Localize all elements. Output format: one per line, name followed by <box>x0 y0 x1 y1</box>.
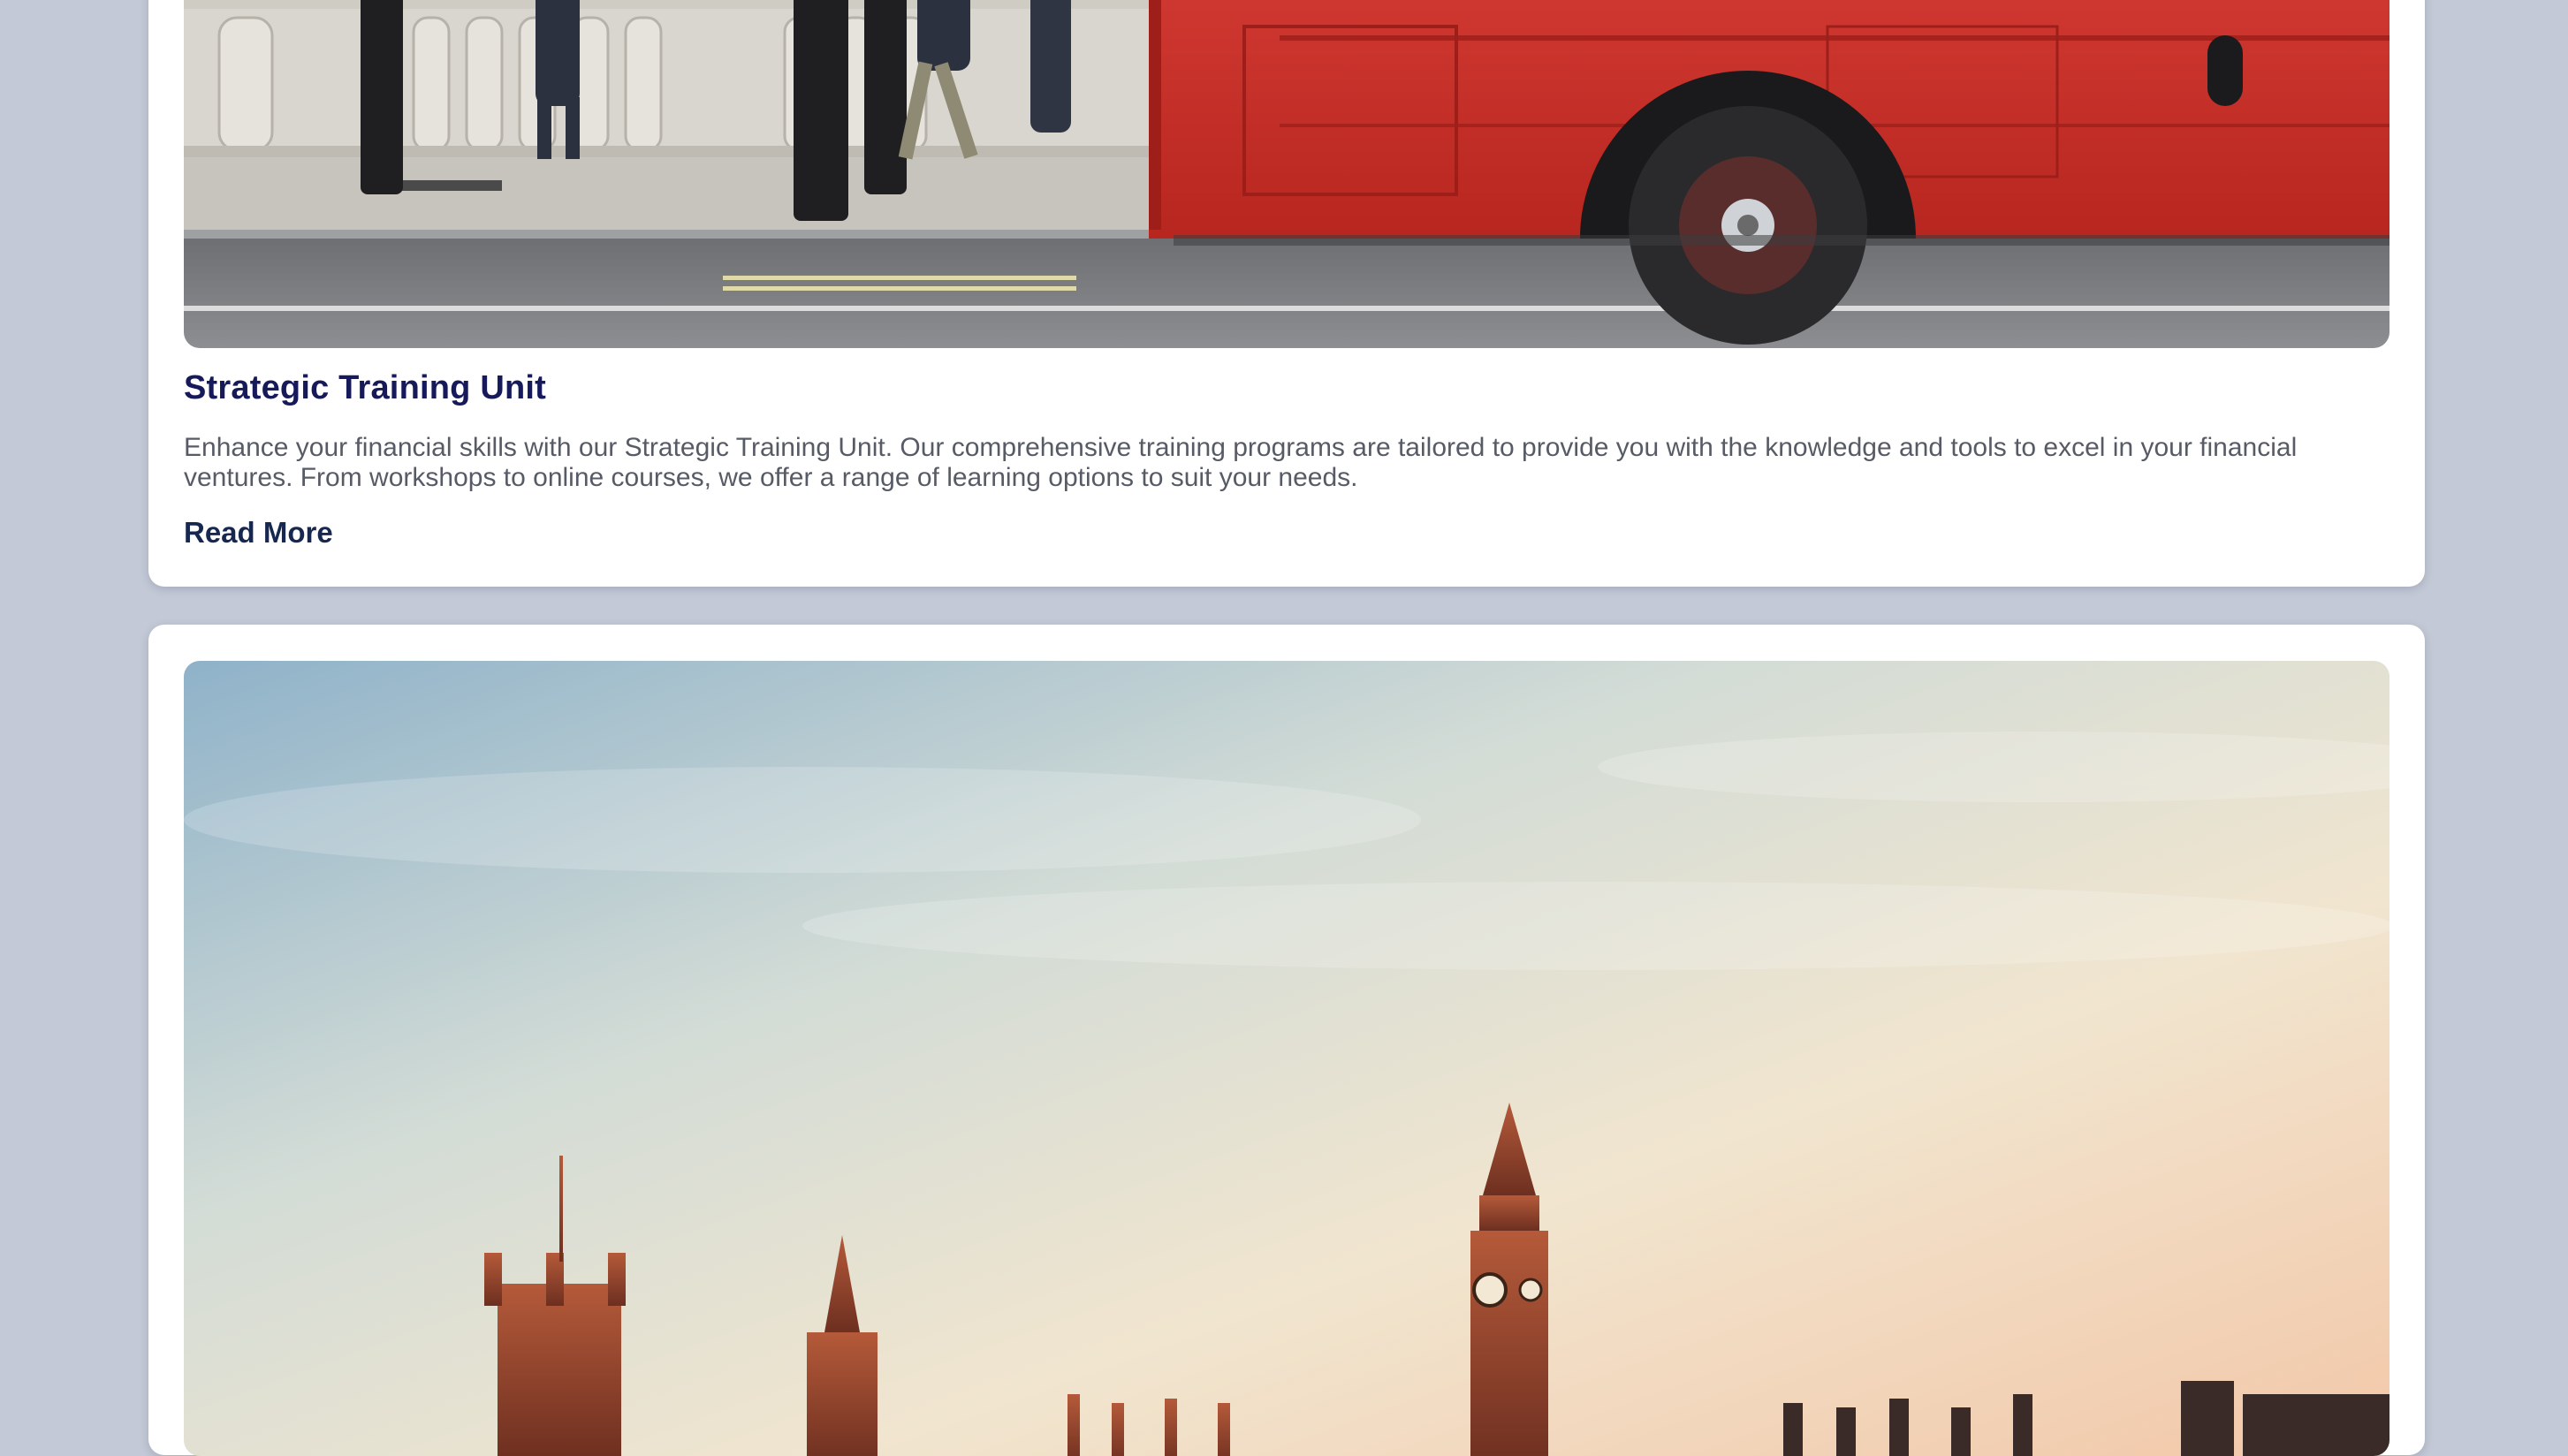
westminster-sunset-photo <box>184 661 2389 1456</box>
bus-street-photo <box>184 0 2389 348</box>
card-image-westminster <box>184 661 2389 1456</box>
card-description: Enhance your financial skills with our S… <box>184 433 2298 492</box>
service-card <box>148 625 2425 1456</box>
card-image-bus <box>184 0 2389 348</box>
service-card: Strategic Training Unit Enhance your fin… <box>148 0 2425 587</box>
card-title: Strategic Training Unit <box>184 369 546 406</box>
read-more-link[interactable]: Read More <box>184 516 333 550</box>
